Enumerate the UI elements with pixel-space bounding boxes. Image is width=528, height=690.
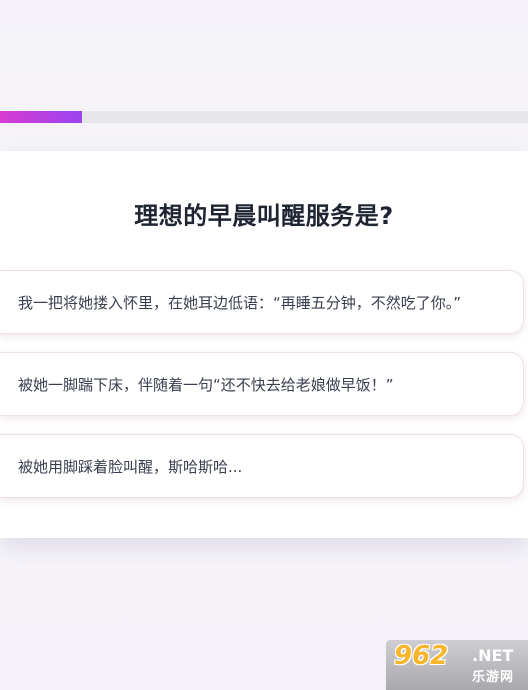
answer-option-2[interactable]: 被她一脚踹下床，伴随着一句“还不快去给老娘做早饭！” — [0, 352, 524, 416]
answer-option-1[interactable]: 我一把将她搂入怀里，在她耳边低语：“再睡五分钟，不然吃了你。” — [0, 270, 524, 334]
answer-option-label: 被她用脚踩着脸叫醒，斯哈斯哈... — [18, 457, 243, 476]
watermark-tagline: 乐游网 — [472, 670, 515, 685]
watermark-brand: 962 — [394, 641, 449, 671]
progress-bar — [0, 111, 528, 123]
site-watermark-logo: 962 .NET 乐游网 — [386, 640, 528, 690]
answer-option-label: 我一把将她搂入怀里，在她耳边低语：“再睡五分钟，不然吃了你。” — [18, 293, 462, 312]
watermark-suffix: .NET — [472, 646, 514, 665]
answer-option-3[interactable]: 被她用脚踩着脸叫醒，斯哈斯哈... — [0, 434, 524, 498]
answer-option-label: 被她一脚踹下床，伴随着一句“还不快去给老娘做早饭！” — [18, 375, 394, 394]
progress-bar-fill — [0, 111, 82, 123]
question-title: 理想的早晨叫醒服务是? — [134, 202, 394, 230]
